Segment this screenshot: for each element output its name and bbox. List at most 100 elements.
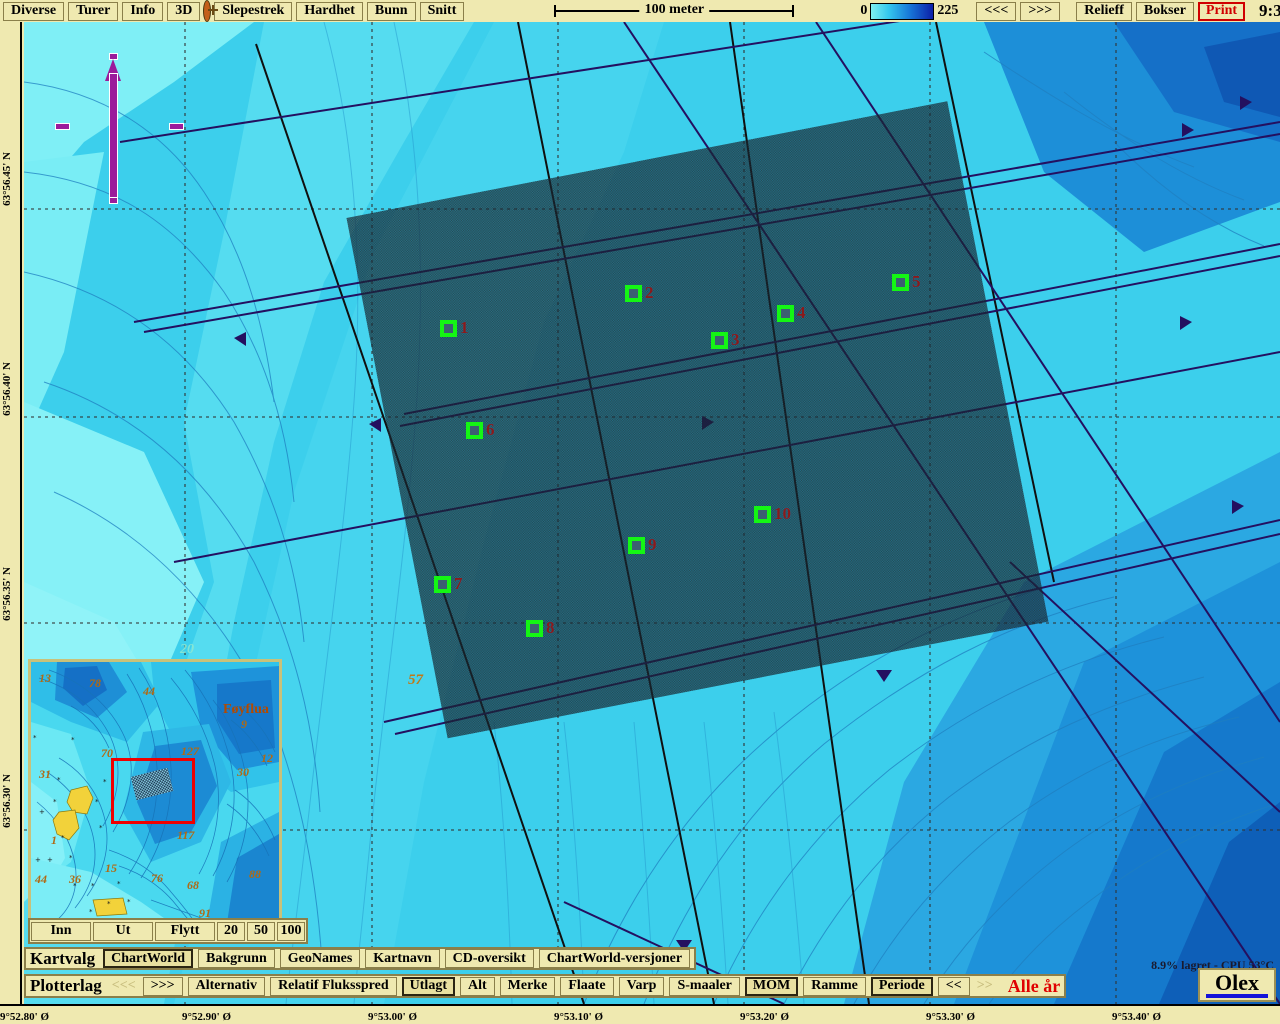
olex-application-window: Diverse Turer Info 3D Slepestrek Hardhet… <box>0 0 1280 1024</box>
depth-color-legend: 0 225 <box>860 2 958 20</box>
svg-text:*: * <box>69 854 73 862</box>
station-label: 4 <box>797 303 806 322</box>
tool-snitt[interactable]: Snitt <box>419 1 465 21</box>
svg-text:*: * <box>117 880 121 888</box>
minimap-zoom-100-button[interactable]: 100 <box>277 921 305 941</box>
plotterlag-item-mom[interactable]: MOM <box>744 976 799 996</box>
plotterlag-item-flaate[interactable]: Flaate <box>560 976 614 996</box>
bokser-button[interactable]: Bokser <box>1135 1 1194 21</box>
nav-next-button[interactable]: >>> <box>1020 1 1061 21</box>
minimap-depth-label: 117 <box>177 828 195 842</box>
tool-bunn[interactable]: Bunn <box>366 1 416 21</box>
plotterlag-item-relatif-fluksspred[interactable]: Relatif Fluksspred <box>270 976 397 996</box>
station-marker-1[interactable]: 1 <box>440 318 469 338</box>
plotterlag-item-varp[interactable]: Varp <box>618 976 665 996</box>
minimap-depth-label: 44 <box>143 684 155 698</box>
overview-minimap[interactable]: * * + * * * + + * * * * * * * * * * Føyflua 13 78 44… <box>28 659 282 926</box>
menu-turer[interactable]: Turer <box>68 1 119 21</box>
minimap-zoom-out-button[interactable]: Ut <box>93 921 153 941</box>
station-box-icon <box>466 421 483 439</box>
period-prev-button[interactable]: << <box>937 976 970 996</box>
minimap-depth-label: 13 <box>39 671 51 685</box>
plotterlag-item-s-maaler[interactable]: S-maaler <box>669 976 740 996</box>
station-box-icon <box>625 284 642 302</box>
station-marker-5[interactable]: 5 <box>892 272 921 292</box>
kartvalg-item-bakgrunn[interactable]: Bakgrunn <box>198 949 275 968</box>
svg-text:*: * <box>95 798 99 806</box>
chart-depth-label: 20 <box>180 642 194 657</box>
kartvalg-item-chartworld[interactable]: ChartWorld <box>103 949 194 968</box>
station-marker-7[interactable]: 7 <box>434 574 463 594</box>
station-marker-6[interactable]: 6 <box>466 420 495 440</box>
target-crosshair-icon[interactable] <box>204 1 219 21</box>
station-label: 1 <box>460 318 469 337</box>
plotterlag-toolbar: Plotterlag <<< >>> Alternativ Relatif Fl… <box>24 974 1067 998</box>
svg-text:+: + <box>47 856 53 864</box>
minimap-depth-label: 36 <box>69 872 81 886</box>
latitude-label: 63°56.40' N <box>1 362 13 416</box>
heading-tick-left <box>55 123 70 130</box>
station-marker-4[interactable]: 4 <box>777 303 806 323</box>
svg-text:+: + <box>35 856 41 864</box>
longitude-label: 9°52.90' Ø <box>182 1011 232 1023</box>
minimap-depth-label: 78 <box>89 676 101 690</box>
all-years-label[interactable]: Alle år <box>1000 976 1060 997</box>
minimap-zoom-in-button[interactable]: Inn <box>31 921 91 941</box>
longitude-label: 9°53.40' Ø <box>1112 1011 1162 1023</box>
minimap-view-rectangle[interactable] <box>111 758 195 824</box>
plotterlag-next-button[interactable]: >>> <box>142 976 183 996</box>
svg-text:*: * <box>53 798 57 806</box>
kartvalg-item-chartworld-versjoner[interactable]: ChartWorld-versjoner <box>538 949 691 968</box>
minimap-zoom-50-button[interactable]: 50 <box>247 921 275 941</box>
plotterlag-item-periode[interactable]: Periode <box>870 976 933 996</box>
kartvalg-toolbar: Kartvalg ChartWorld Bakgrunn GeoNames Ka… <box>24 947 697 970</box>
minimap-depth-label: 15 <box>105 861 117 875</box>
minimap-depth-label: 1 <box>51 833 57 847</box>
latitude-label: 63°56.35' N <box>1 567 13 621</box>
station-box-icon <box>892 273 909 291</box>
svg-text:*: * <box>99 824 103 832</box>
station-label: 8 <box>546 618 555 637</box>
print-button[interactable]: Print <box>1197 1 1246 21</box>
station-marker-8[interactable]: 8 <box>526 618 555 638</box>
station-marker-3[interactable]: 3 <box>711 330 740 350</box>
station-box-icon <box>711 331 728 349</box>
station-box-icon <box>754 505 771 523</box>
minimap-depth-label: 9 <box>241 717 247 731</box>
minimap-depth-label: 30 <box>237 765 249 779</box>
plotterlag-prev-button[interactable]: <<< <box>110 978 138 994</box>
tool-slepestrek[interactable]: Slepestrek <box>214 1 293 21</box>
longitude-label: 9°53.20' Ø <box>740 1011 790 1023</box>
minimap-controls: Inn Ut Flytt 20 50 100 <box>28 918 308 944</box>
plotterlag-item-alternativ[interactable]: Alternativ <box>187 976 266 996</box>
kartvalg-item-cd-oversikt[interactable]: CD-oversikt <box>444 949 534 968</box>
minimap-zoom-20-button[interactable]: 20 <box>217 921 245 941</box>
station-box-icon <box>777 304 794 322</box>
depth-min-label: 0 <box>860 3 868 18</box>
menu-diverse[interactable]: Diverse <box>3 1 65 21</box>
svg-text:*: * <box>127 898 131 906</box>
plotterlag-item-utlagt[interactable]: Utlagt <box>401 976 455 996</box>
station-marker-10[interactable]: 10 <box>754 504 791 524</box>
menu-3d[interactable]: 3D <box>167 1 201 21</box>
minimap-depth-label: 68 <box>187 878 199 892</box>
minimap-move-button[interactable]: Flytt <box>155 921 215 941</box>
svg-text:*: * <box>91 882 95 890</box>
olex-logo-text: Olex <box>1215 969 1259 995</box>
relieff-button[interactable]: Relieff <box>1076 1 1132 21</box>
plotterlag-item-merke[interactable]: Merke <box>499 976 556 996</box>
kartvalg-item-kartnavn[interactable]: Kartnavn <box>365 949 440 968</box>
station-marker-2[interactable]: 2 <box>625 283 654 303</box>
longitude-label: 9°52.80' Ø <box>0 1011 50 1023</box>
menu-info[interactable]: Info <box>122 1 164 21</box>
station-marker-9[interactable]: 9 <box>628 535 657 555</box>
tool-hardhet[interactable]: Hardhet <box>296 1 363 21</box>
station-box-icon <box>628 536 645 554</box>
period-next-button[interactable]: >> <box>975 978 995 994</box>
plotterlag-item-ramme[interactable]: Ramme <box>803 976 866 996</box>
nav-prev-button[interactable]: <<< <box>976 1 1017 21</box>
minimap-depth-label: 70 <box>101 746 113 760</box>
plotterlag-item-alt[interactable]: Alt <box>459 976 495 996</box>
svg-text:*: * <box>71 736 75 744</box>
kartvalg-item-geonames[interactable]: GeoNames <box>279 949 361 968</box>
